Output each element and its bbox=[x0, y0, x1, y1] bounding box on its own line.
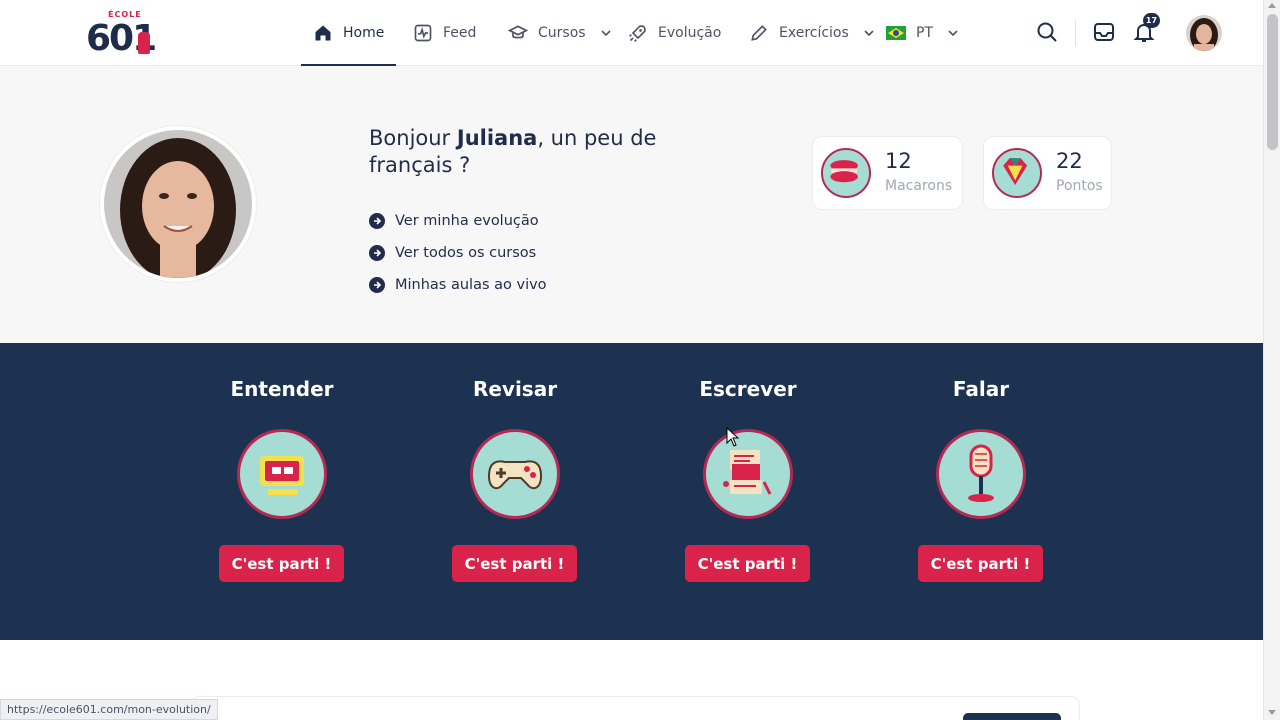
start-button[interactable]: C'est parti ! bbox=[219, 545, 344, 582]
nav-exercicios-label: Exercícios bbox=[779, 25, 849, 41]
skill-escrever: Escrever C'est parti ! bbox=[658, 343, 838, 640]
skill-falar: Falar C'est parti ! bbox=[891, 343, 1071, 640]
nav-evolucao[interactable]: Evolução bbox=[628, 0, 721, 66]
link-aulas-ao-vivo[interactable]: Minhas aulas ao vivo bbox=[369, 269, 547, 301]
link-ver-cursos[interactable]: Ver todos os cursos bbox=[369, 237, 547, 269]
nav-cursos-label: Cursos bbox=[538, 25, 586, 41]
arrow-right-icon bbox=[369, 277, 385, 293]
stat-label: Pontos bbox=[1056, 178, 1103, 194]
nav-exercicios[interactable]: Exercícios bbox=[749, 0, 875, 66]
content-card bbox=[190, 696, 1080, 720]
link-label: Ver todos os cursos bbox=[395, 245, 537, 261]
stat-label: Macarons bbox=[885, 178, 953, 194]
scroll-down-arrow-icon[interactable] bbox=[1268, 710, 1276, 715]
nav-evolucao-label: Evolução bbox=[658, 25, 722, 41]
scrollbar-thumb[interactable] bbox=[1267, 14, 1278, 150]
nav-feed-label: Feed bbox=[443, 25, 477, 41]
greeting-prefix: Bonjour bbox=[369, 126, 457, 150]
card-button[interactable] bbox=[963, 713, 1061, 720]
chevron-down-icon bbox=[600, 30, 611, 37]
macaron-icon bbox=[821, 148, 871, 198]
scroll-up-arrow-icon[interactable] bbox=[1268, 3, 1276, 8]
stat-value: 22 bbox=[1056, 149, 1083, 173]
language-selector[interactable]: PT bbox=[886, 0, 959, 66]
notification-badge: 17 bbox=[1143, 13, 1160, 28]
start-button[interactable]: C'est parti ! bbox=[452, 545, 577, 582]
start-button[interactable]: C'est parti ! bbox=[918, 545, 1043, 582]
top-navbar: ÉCOLE 601 Home Feed Cursos Evolução Exer… bbox=[0, 0, 1263, 66]
nav-cursos[interactable]: Cursos bbox=[508, 0, 612, 66]
arrow-right-icon bbox=[369, 213, 385, 229]
stat-card-pontos[interactable]: 22 Pontos bbox=[983, 136, 1112, 210]
skill-title: Entender bbox=[230, 377, 334, 401]
activity-icon bbox=[414, 24, 432, 42]
user-name: Juliana bbox=[456, 126, 538, 150]
brazil-flag-icon bbox=[886, 26, 906, 40]
chevron-down-icon bbox=[864, 30, 874, 37]
link-label: Ver minha evolução bbox=[395, 213, 539, 229]
user-avatar[interactable] bbox=[1186, 15, 1222, 51]
link-label: Minhas aulas ao vivo bbox=[395, 277, 547, 293]
nav-home-label: Home bbox=[343, 25, 385, 41]
skill-revisar: Revisar C'est parti ! bbox=[425, 343, 605, 640]
home-icon bbox=[315, 25, 331, 41]
rocket-icon bbox=[629, 25, 646, 42]
welcome-hero: Bonjour Juliana, un peu de français ? Ve… bbox=[0, 66, 1263, 343]
language-label: PT bbox=[916, 25, 933, 41]
profile-photo[interactable] bbox=[100, 126, 256, 282]
stat-card-macarons[interactable]: 12 Macarons bbox=[812, 136, 963, 210]
pencil-icon bbox=[751, 25, 767, 41]
greeting-heading: Bonjour Juliana, un peu de français ? bbox=[369, 125, 699, 179]
vertical-scrollbar[interactable] bbox=[1263, 0, 1280, 720]
microphone-icon bbox=[936, 429, 1026, 519]
skills-section: Entender C'est parti ! Revisar C'est par… bbox=[0, 343, 1263, 640]
gamepad-icon bbox=[470, 429, 560, 519]
nav-feed[interactable]: Feed bbox=[413, 0, 476, 66]
letter-icon bbox=[703, 429, 793, 519]
inbox-icon[interactable] bbox=[1092, 20, 1116, 44]
stat-value: 12 bbox=[885, 149, 912, 173]
browser-status-url: https://ecole601.com/mon-evolution/ bbox=[0, 699, 218, 720]
nav-home[interactable]: Home bbox=[301, 0, 397, 66]
lipstick-icon bbox=[138, 32, 150, 54]
skill-title: Escrever bbox=[699, 377, 797, 401]
skill-entender: Entender C'est parti ! bbox=[192, 343, 372, 640]
skill-title: Falar bbox=[952, 377, 1010, 401]
divider bbox=[1075, 20, 1076, 46]
computer-icon bbox=[237, 429, 327, 519]
search-icon[interactable] bbox=[1035, 20, 1059, 44]
link-ver-evolucao[interactable]: Ver minha evolução bbox=[369, 205, 547, 237]
mouse-cursor-icon bbox=[726, 427, 740, 447]
chevron-down-icon bbox=[948, 30, 958, 37]
arrow-right-icon bbox=[369, 245, 385, 261]
ecole601-logo[interactable]: ÉCOLE 601 bbox=[86, 10, 158, 59]
graduation-cap-icon bbox=[508, 25, 528, 39]
quick-links: Ver minha evolução Ver todos os cursos M… bbox=[369, 205, 547, 301]
diamond-icon bbox=[992, 148, 1042, 198]
start-button[interactable]: C'est parti ! bbox=[685, 545, 810, 582]
skill-title: Revisar bbox=[472, 377, 558, 401]
